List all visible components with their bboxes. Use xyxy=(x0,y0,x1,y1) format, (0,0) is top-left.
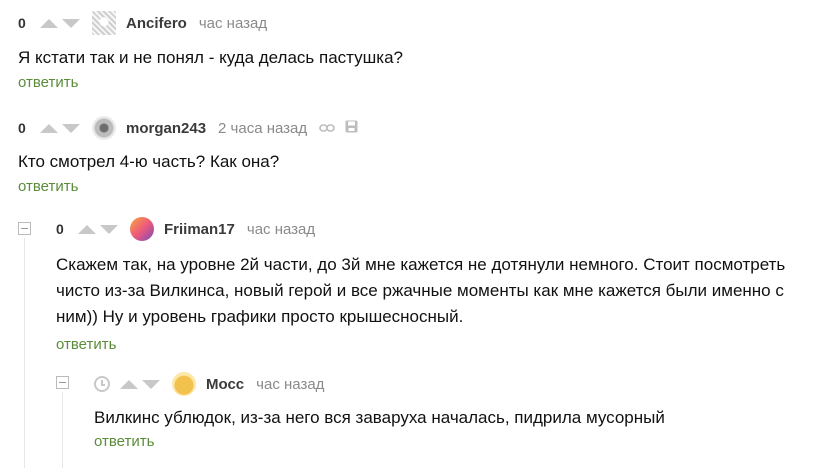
avatar[interactable] xyxy=(130,217,154,241)
avatar[interactable] xyxy=(92,11,116,35)
vote-down-icon[interactable] xyxy=(62,123,80,133)
comment-rating: 0 xyxy=(56,221,64,237)
comment-text: Кто смотрел 4-ю часть? Как она? xyxy=(18,152,280,171)
comment-header: 0 morgan243 2 часа назад xyxy=(18,116,818,140)
vote-down-icon[interactable] xyxy=(100,224,118,234)
comment: 0 morgan243 2 часа назад Кто смотрел 4-ю… xyxy=(18,116,818,196)
comment: Мосс час назад Вилкинс ублюдок, из-за не… xyxy=(94,372,814,451)
vote-down-icon[interactable] xyxy=(62,18,80,28)
comment-author[interactable]: morgan243 xyxy=(126,120,206,137)
comment: 0 Friiman17 час назад Скажем так, на уро… xyxy=(56,217,826,354)
comment-time[interactable]: час назад xyxy=(247,221,315,238)
avatar[interactable] xyxy=(92,116,116,140)
clock-icon xyxy=(94,376,110,392)
link-icon[interactable] xyxy=(319,121,335,136)
comment-text: Я кстати так и не понял - куда делась па… xyxy=(18,48,404,67)
comment-header: 0 Ancifero час назад xyxy=(18,11,818,35)
vote-down-icon[interactable] xyxy=(142,379,160,389)
thread-line xyxy=(24,238,25,468)
save-icon[interactable] xyxy=(345,120,358,136)
comment-author[interactable]: Ancifero xyxy=(126,15,187,32)
avatar[interactable] xyxy=(172,372,196,396)
collapse-thread-button[interactable] xyxy=(56,376,69,389)
comment-author[interactable]: Friiman17 xyxy=(164,221,235,238)
comment-text: Скажем так, на уровне 2й части, до 3й мн… xyxy=(56,255,786,326)
collapse-thread-button[interactable] xyxy=(18,222,31,235)
comment-time[interactable]: час назад xyxy=(199,15,267,32)
comment-author[interactable]: Мосс xyxy=(206,376,244,393)
vote-up-icon[interactable] xyxy=(78,224,96,234)
vote-up-icon[interactable] xyxy=(40,123,58,133)
comment-header: Мосс час назад xyxy=(94,372,814,396)
comment-time[interactable]: 2 часа назад xyxy=(218,120,307,137)
thread-line xyxy=(62,392,63,468)
comment-time[interactable]: час назад xyxy=(256,376,324,393)
reply-link[interactable]: ответить xyxy=(18,178,78,195)
comment-header: 0 Friiman17 час назад xyxy=(56,217,826,241)
vote-up-icon[interactable] xyxy=(40,18,58,28)
comment-text: Вилкинс ублюдок, из-за него вся заваруха… xyxy=(94,408,665,427)
comment: 0 Ancifero час назад Я кстати так и не п… xyxy=(18,11,818,92)
comment-rating: 0 xyxy=(18,120,26,136)
comment-rating: 0 xyxy=(18,15,26,31)
reply-link[interactable]: ответить xyxy=(56,336,116,353)
reply-link[interactable]: ответить xyxy=(18,74,78,91)
reply-link[interactable]: ответить xyxy=(94,433,154,450)
vote-up-icon[interactable] xyxy=(120,379,138,389)
